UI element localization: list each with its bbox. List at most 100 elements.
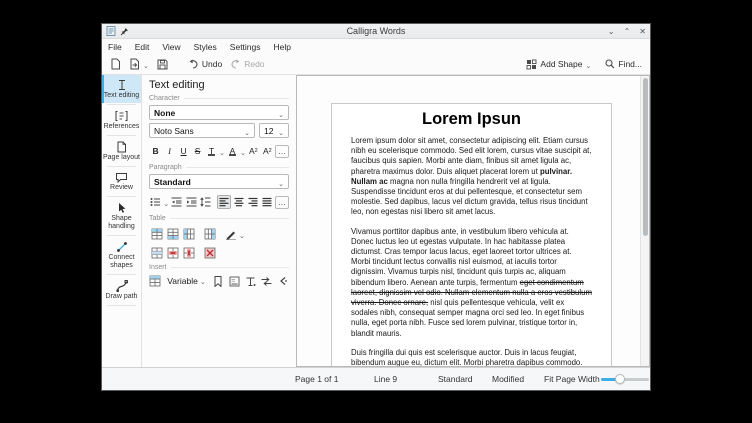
delete-table-button[interactable]	[202, 246, 217, 260]
paragraph-style-select[interactable]: Standard	[149, 174, 289, 189]
section-paragraph-label: Paragraph	[149, 164, 289, 171]
insert-row-above-button[interactable]	[149, 227, 164, 241]
style-indicator[interactable]: Standard	[438, 374, 473, 384]
character-style-select[interactable]: None	[149, 105, 289, 120]
border-pen-dropdown-icon[interactable]	[239, 225, 245, 243]
sidebar-divider	[107, 305, 136, 307]
line-indicator: Line 9	[374, 374, 398, 384]
menu-settings[interactable]: Settings	[230, 42, 261, 52]
redo-icon	[231, 59, 240, 69]
align-justify-button[interactable]	[260, 195, 273, 209]
delete-row-button[interactable]	[165, 246, 180, 260]
open-document-button[interactable]	[127, 54, 151, 74]
chevron-down-icon	[278, 173, 284, 191]
increase-indent-button[interactable]	[184, 195, 197, 209]
paragraph-2: Vivamus porttitor dapibus ante, in vesti…	[351, 226, 592, 338]
minimize-button[interactable]: ⌄	[608, 24, 615, 39]
add-shape-label: Add Shape	[540, 59, 583, 69]
path-icon	[116, 280, 128, 293]
connector-icon	[116, 242, 127, 253]
chevron-down-icon	[278, 122, 284, 140]
italic-button[interactable]: I	[163, 144, 176, 158]
zoom-slider-thumb[interactable]	[615, 374, 626, 384]
subscript-button[interactable]: A2	[261, 144, 274, 158]
find-label: Find...	[618, 59, 642, 69]
menu-file[interactable]: File	[108, 42, 122, 52]
sidebar-item-connect-shapes[interactable]: Connect shapes	[102, 237, 141, 273]
footnote-icon[interactable]	[228, 274, 240, 288]
page-break-icon[interactable]	[261, 274, 273, 288]
maximize-button[interactable]: ⌃	[624, 24, 631, 39]
background-color-dropdown-icon[interactable]	[240, 142, 246, 160]
scrollbar-thumb[interactable]	[642, 78, 648, 236]
sidebar-divider	[107, 235, 136, 237]
search-icon	[605, 59, 615, 69]
menu-view[interactable]: View	[162, 42, 180, 52]
document-canvas[interactable]: Lorem Ipsun Lorem ipsum dolor sit amet, …	[296, 75, 650, 367]
bold-button[interactable]: B	[149, 144, 162, 158]
insert-column-left-button[interactable]	[181, 227, 196, 241]
menu-edit[interactable]: Edit	[135, 42, 150, 52]
open-dropdown-icon[interactable]	[143, 55, 149, 73]
undo-button[interactable]: Undo	[186, 58, 224, 70]
undo-icon	[189, 59, 198, 69]
variable-select[interactable]: Variable	[165, 276, 207, 286]
modified-indicator: Modified	[492, 374, 525, 384]
vertical-scrollbar[interactable]	[640, 76, 649, 366]
document-heading: Lorem Ipsun	[421, 110, 521, 128]
main-toolbar: Undo Redo Add Shape Find...	[102, 54, 650, 75]
new-document-button[interactable]	[108, 57, 123, 71]
text-color-button[interactable]: T	[205, 144, 218, 158]
delete-column-button[interactable]	[181, 246, 196, 260]
save-button[interactable]	[155, 58, 170, 71]
menu-styles[interactable]: Styles	[194, 42, 217, 52]
section-insert-label: Insert	[149, 264, 289, 271]
font-size-select[interactable]: 12	[259, 123, 289, 138]
decrease-indent-button[interactable]	[170, 195, 183, 209]
menu-help[interactable]: Help	[274, 42, 291, 52]
zoom-slider[interactable]	[601, 374, 649, 384]
insert-column-right-button[interactable]	[202, 227, 217, 241]
sidebar-item-text-editing[interactable]: Text editing	[102, 75, 141, 104]
document-page[interactable]: Lorem Ipsun Lorem ipsum dolor sit amet, …	[331, 103, 612, 367]
character-more-button[interactable]: …	[274, 144, 290, 158]
special-character-icon[interactable]	[277, 274, 289, 288]
sidebar-item-review[interactable]: Review	[102, 168, 141, 195]
sidebar-item-references[interactable]: References	[102, 106, 141, 134]
list-style-button[interactable]	[149, 195, 162, 209]
sidebar-item-page-layout[interactable]: Page layout	[102, 137, 141, 165]
close-button[interactable]: ✕	[639, 24, 646, 39]
page-icon	[117, 141, 126, 153]
border-pen-button[interactable]	[223, 227, 238, 241]
split-cells-button[interactable]	[149, 246, 164, 260]
save-icon	[157, 59, 168, 69]
add-shape-button[interactable]: Add Shape	[524, 54, 593, 74]
background-color-button[interactable]: A	[226, 144, 239, 158]
paragraph-more-button[interactable]: …	[274, 195, 289, 209]
new-document-icon	[111, 58, 120, 70]
list-style-dropdown-icon[interactable]	[163, 193, 169, 211]
text-frame-icon[interactable]	[244, 274, 256, 288]
insert-row-below-button[interactable]	[165, 227, 180, 241]
zoom-mode-label[interactable]: Fit Page Width	[544, 374, 600, 384]
paragraph-3: Duis fringilla dui quis est scelerisque …	[351, 347, 583, 367]
sidebar-divider	[107, 166, 136, 168]
align-right-button[interactable]	[246, 195, 259, 209]
align-left-button[interactable]	[217, 195, 231, 209]
sidebar-item-draw-path[interactable]: Draw path	[102, 276, 141, 304]
text-color-dropdown-icon[interactable]	[219, 142, 225, 160]
insert-table-button[interactable]	[149, 274, 161, 288]
line-spacing-button[interactable]	[199, 195, 212, 209]
calligra-words-window: Calligra Words ⌄ ⌃ ✕ File Edit View Styl…	[101, 23, 651, 391]
superscript-button[interactable]: A2	[247, 144, 260, 158]
underline-button[interactable]: U	[177, 144, 190, 158]
redo-button[interactable]: Redo	[228, 58, 266, 70]
bookmark-icon[interactable]	[212, 274, 224, 288]
align-center-button[interactable]	[232, 195, 245, 209]
titlebar: Calligra Words ⌄ ⌃ ✕	[102, 24, 650, 39]
font-family-select[interactable]: Noto Sans	[149, 123, 255, 138]
find-button[interactable]: Find...	[603, 58, 644, 70]
sidebar-item-shape-handling[interactable]: Shape handling	[102, 198, 141, 234]
strikethrough-button[interactable]: S	[191, 144, 204, 158]
text-editing-panel: Text editing Character None Noto Sans 12…	[142, 75, 296, 367]
